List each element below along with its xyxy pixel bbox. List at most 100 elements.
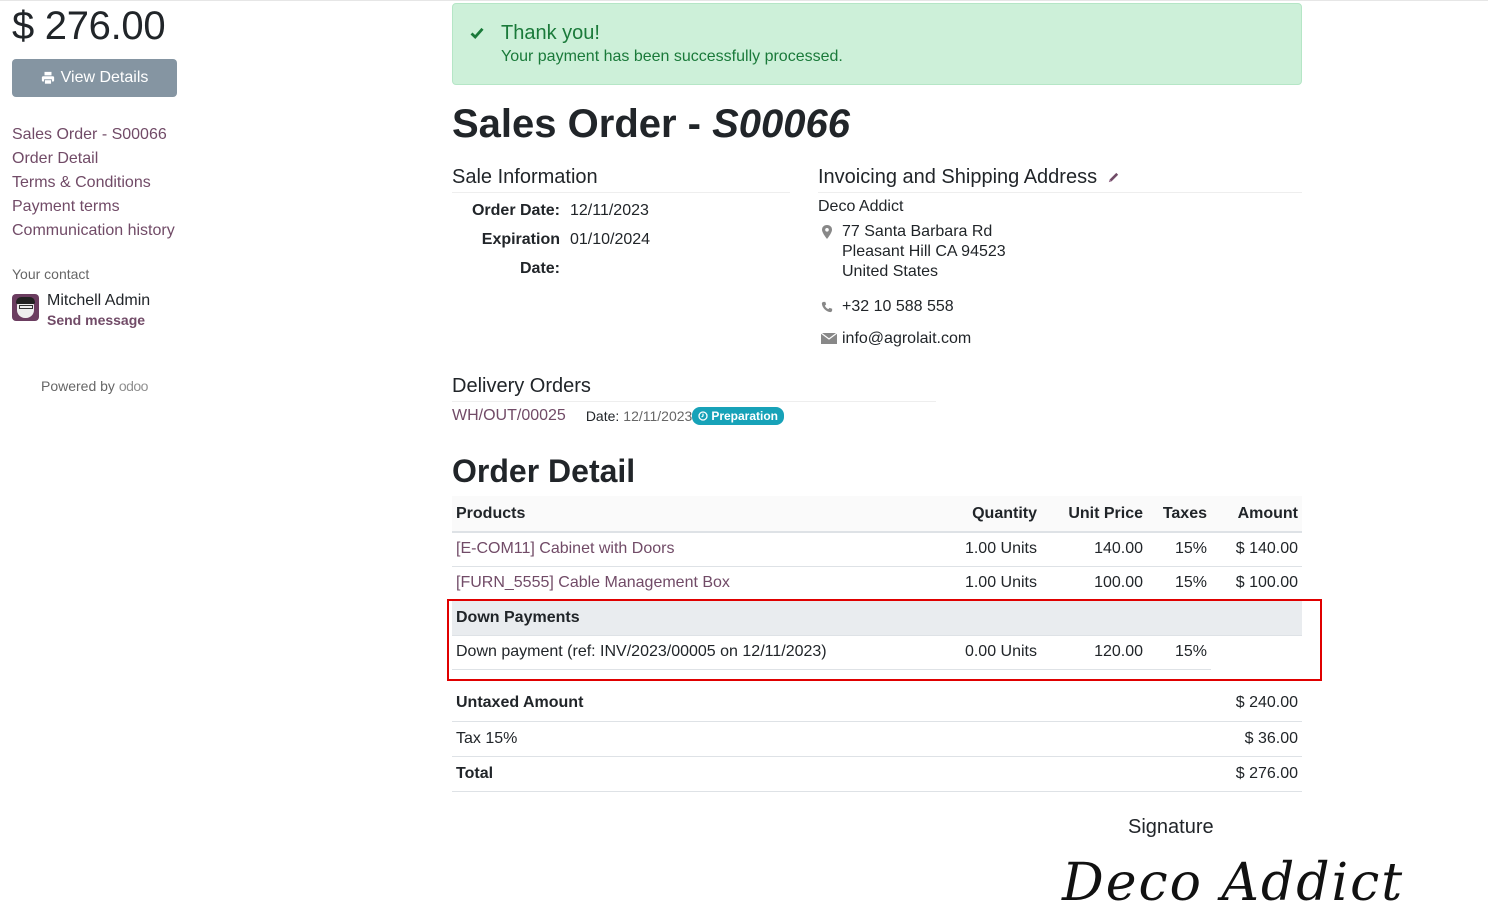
title-prefix: Sales Order - (452, 102, 713, 146)
delivery-date: 12/11/2023 (623, 408, 693, 424)
down-payment-row: Down payment (ref: INV/2023/00005 on 12/… (452, 635, 1302, 670)
odoo-logo[interactable]: odoo (119, 378, 149, 394)
phone-number: +32 10 588 558 (842, 298, 954, 315)
col-products: Products (452, 496, 911, 533)
address-block: 77 Santa Barbara Rd Pleasant Hill CA 945… (818, 222, 1302, 282)
product-link[interactable]: [FURN_5555] Cable Management Box (456, 574, 730, 591)
email-row: info@agrolait.com (818, 329, 1302, 349)
status-badge: Preparation (692, 407, 784, 425)
delivery-orders-heading: Delivery Orders (452, 373, 936, 402)
line-amount: $ 140.00 (1211, 532, 1302, 567)
customer-name: Deco Addict (818, 198, 904, 215)
order-amount: $ 276.00 (12, 4, 166, 48)
avatar (12, 294, 39, 321)
success-alert: Thank you! Your payment has been success… (452, 3, 1302, 85)
map-marker-icon (822, 225, 832, 239)
check-icon (470, 27, 484, 40)
email-address: info@agrolait.com (842, 330, 972, 347)
product-link[interactable]: [E-COM11] Cabinet with Doors (456, 540, 674, 557)
address-country: United States (842, 263, 939, 280)
nav-payment-terms[interactable]: Payment terms (12, 195, 192, 219)
down-payment-taxes: 15% (1147, 635, 1211, 670)
phone-icon (821, 301, 833, 313)
expiration-date-row: Expiration Date: 01/10/2024 (452, 225, 790, 283)
down-payment-amount (1211, 635, 1302, 669)
line-amount: $ 100.00 (1211, 566, 1302, 601)
untaxed-value: $ 240.00 (1011, 686, 1302, 722)
down-payment-unit-price: 120.00 (1041, 635, 1147, 670)
tax-value: $ 36.00 (1011, 721, 1302, 757)
order-detail-heading: Order Detail (452, 453, 636, 489)
nav-sales-order[interactable]: Sales Order - S00066 (12, 123, 192, 147)
order-number: S00066 (712, 102, 851, 146)
line-unit-price: 100.00 (1041, 566, 1147, 601)
sale-information-heading: Sale Information (452, 164, 790, 193)
total-row: Total $ 276.00 (452, 756, 1302, 792)
line-unit-price: 140.00 (1041, 532, 1147, 567)
sidebar: $ 276.00 View Details Sales Order - S000… (12, 0, 192, 394)
delivery-order-link[interactable]: WH/OUT/00025 (452, 407, 566, 425)
order-date-label: Order Date: (471, 202, 560, 219)
powered-by: Powered by odoo (12, 378, 177, 394)
contact-name: Mitchell Admin (47, 292, 151, 309)
delivery-order-row: WH/OUT/00025 Date: 12/11/2023 Preparatio… (452, 404, 936, 428)
down-payment-description: Down payment (ref: INV/2023/00005 on 12/… (452, 635, 911, 670)
total-label: Total (452, 756, 1012, 792)
clock-icon (698, 411, 708, 421)
signature-label: Signature (1128, 816, 1214, 838)
line-taxes: 15% (1147, 532, 1211, 567)
line-quantity: 1.00 Units (911, 532, 1041, 567)
col-unit-price: Unit Price (1041, 496, 1147, 533)
col-amount: Amount (1211, 496, 1302, 533)
sale-information: Sale Information Order Date: 12/11/2023 … (452, 164, 790, 283)
view-details-button[interactable]: View Details (12, 59, 177, 97)
printer-icon (41, 71, 54, 85)
untaxed-label: Untaxed Amount (452, 686, 1012, 722)
tax-label: Tax 15% (452, 721, 1012, 757)
invoicing-shipping-address: Invoicing and Shipping Address Deco Addi… (818, 164, 1302, 349)
phone-row: +32 10 588 558 (818, 297, 1302, 317)
col-taxes: Taxes (1147, 496, 1211, 533)
address-heading: Invoicing and Shipping Address (818, 164, 1302, 193)
send-message-link[interactable]: Send message (47, 310, 150, 330)
pencil-icon[interactable] (1107, 171, 1120, 184)
total-value: $ 276.00 (1011, 756, 1302, 792)
table-header-row: Products Quantity Unit Price Taxes Amoun… (452, 496, 1302, 533)
line-quantity: 1.00 Units (911, 566, 1041, 601)
table-row: [E-COM11] Cabinet with Doors 1.00 Units … (452, 532, 1302, 567)
delivery-date-label: Date: (585, 408, 620, 424)
page-title: Sales Order - S00066 (452, 100, 850, 148)
envelope-icon (821, 332, 837, 344)
section-title: Down Payments (452, 600, 1302, 636)
address-street: 77 Santa Barbara Rd (842, 223, 993, 240)
powered-by-label: Powered by (41, 378, 115, 394)
order-date-value: 12/11/2023 (570, 202, 649, 219)
expiration-date-value: 01/10/2024 (570, 231, 651, 248)
top-divider (0, 0, 1488, 1)
expiration-date-label: Expiration Date: (481, 231, 560, 277)
view-details-label: View Details (60, 69, 149, 86)
address-heading-text: Invoicing and Shipping Address (818, 166, 1098, 188)
untaxed-row: Untaxed Amount $ 240.00 (452, 686, 1302, 722)
section-row-down-payments: Down Payments (452, 600, 1302, 636)
line-taxes: 15% (1147, 566, 1211, 601)
alert-title: Thank you! (501, 22, 600, 44)
tax-row: Tax 15% $ 36.00 (452, 721, 1302, 757)
nav-terms-conditions[interactable]: Terms & Conditions (12, 171, 192, 195)
order-date-row: Order Date: 12/11/2023 (452, 196, 790, 225)
nav-order-detail[interactable]: Order Detail (12, 147, 192, 171)
nav-communication-history[interactable]: Communication history (12, 219, 192, 243)
address-city: Pleasant Hill CA 94523 (842, 243, 1006, 260)
signature-image: Deco Addict (1062, 853, 1405, 913)
down-payment-quantity: 0.00 Units (911, 635, 1041, 670)
alert-message: Your payment has been successfully proce… (501, 48, 843, 65)
sidebar-nav: Sales Order - S00066 Order Detail Terms … (12, 123, 192, 243)
table-row: [FURN_5555] Cable Management Box 1.00 Un… (452, 566, 1302, 601)
col-quantity: Quantity (911, 496, 1041, 533)
contact-card: Mitchell Admin Send message (12, 291, 192, 330)
order-lines-table: Products Quantity Unit Price Taxes Amoun… (452, 496, 1302, 670)
status-badge-label: Preparation (711, 409, 778, 423)
contact-label: Your contact (12, 266, 90, 282)
delivery-orders: Delivery Orders WH/OUT/00025 Date: 12/11… (452, 373, 936, 428)
totals-table: Untaxed Amount $ 240.00 Tax 15% $ 36.00 … (452, 686, 1302, 792)
